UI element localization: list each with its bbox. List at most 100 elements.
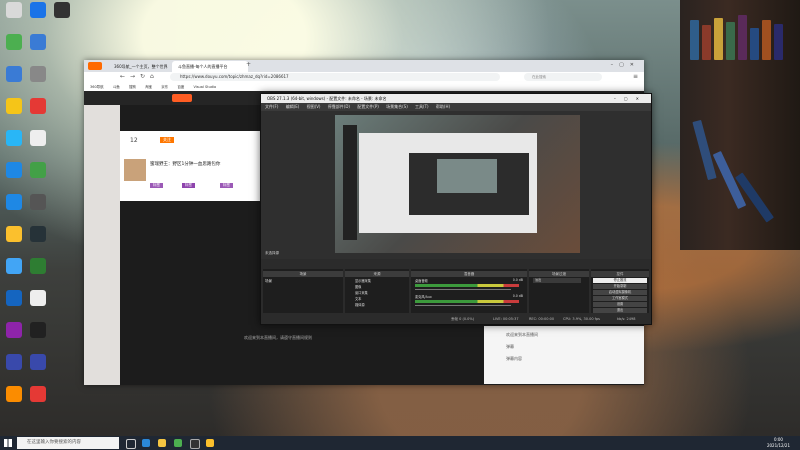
obs-menu-item[interactable]: 文件(F): [265, 104, 278, 109]
transition-select[interactable]: 淡出: [533, 278, 581, 283]
desktop-icon[interactable]: [2, 98, 26, 128]
volume-slider[interactable]: [415, 305, 511, 306]
back-icon[interactable]: ←: [120, 73, 125, 80]
obs-window-controls[interactable]: –▢✕: [614, 94, 647, 103]
window-controls[interactable]: –▢✕: [611, 62, 640, 68]
edge-icon[interactable]: [142, 439, 150, 447]
source-item[interactable]: 窗口采集: [355, 290, 368, 295]
start-recording-button[interactable]: 开始录制: [593, 284, 647, 289]
desktop-icon[interactable]: [2, 2, 26, 32]
explorer-icon[interactable]: [158, 439, 166, 447]
desktop-icon[interactable]: [26, 162, 50, 192]
obs-preview[interactable]: [261, 111, 651, 259]
desktop-icon[interactable]: [2, 226, 26, 256]
scene-item[interactable]: 场景: [265, 278, 341, 284]
settings-button[interactable]: 设置: [593, 302, 647, 307]
source-item[interactable]: 图像: [355, 284, 361, 289]
mixer-channel-name: 桌面音频: [415, 279, 428, 283]
room-tag[interactable]: 标签: [150, 183, 163, 188]
desktop-icon-label: [2, 19, 26, 27]
bookmark-item[interactable]: 360导航: [90, 85, 104, 89]
desktop-icon[interactable]: [2, 34, 26, 64]
room-tag[interactable]: 标签: [220, 183, 233, 188]
desktop-icon[interactable]: [2, 290, 26, 320]
tab-douyu[interactable]: 斗鱼直播-每个人的直播平台: [172, 61, 248, 72]
desktop-icon[interactable]: [26, 66, 50, 96]
status-rec: REC: 00:00:00: [529, 317, 555, 321]
app-icon: [30, 2, 46, 18]
studio-mode-button[interactable]: 工作室模式: [593, 296, 647, 301]
desktop-icon-label: [2, 339, 26, 347]
bookmark-item[interactable]: 淘宝: [145, 85, 152, 89]
menu-icon[interactable]: ≡: [633, 73, 638, 80]
source-item[interactable]: 媒体源: [355, 302, 365, 307]
desktop-icon[interactable]: [26, 2, 50, 32]
reload-icon[interactable]: ↻: [140, 73, 145, 80]
obs-menu-item[interactable]: 停靠部件(D): [328, 104, 350, 109]
new-tab-button[interactable]: +: [246, 61, 251, 68]
obs-menu-item[interactable]: 视图(V): [307, 104, 321, 109]
bookmark-item[interactable]: 京东: [161, 85, 168, 89]
desktop-icon[interactable]: [26, 386, 50, 416]
desktop-icon[interactable]: [26, 290, 50, 320]
desktop-icon[interactable]: [2, 194, 26, 224]
douyu-logo-icon[interactable]: [172, 94, 192, 102]
bookmark-item[interactable]: 搜狗: [129, 85, 136, 89]
scenes-dock: 场景 场景: [263, 269, 343, 313]
address-bar: ← → ↻ ⌂ https://www.douyu.com/topic/zhma…: [84, 72, 644, 83]
desktop-icon[interactable]: [26, 354, 50, 384]
desktop-icon[interactable]: [2, 354, 26, 384]
browser-360-icon[interactable]: [174, 439, 182, 447]
obs-menu-item[interactable]: 场景集合(S): [386, 104, 408, 109]
viewer-count: 12: [130, 137, 138, 144]
desktop-icon[interactable]: [2, 258, 26, 288]
desktop-icon[interactable]: [2, 386, 26, 416]
follow-button[interactable]: 关注: [160, 137, 174, 143]
desktop-icon[interactable]: [26, 194, 50, 224]
virtual-camera-button[interactable]: 启动虚拟摄像机: [593, 290, 647, 295]
home-icon[interactable]: ⌂: [150, 73, 154, 80]
desktop-icon[interactable]: [26, 322, 50, 352]
obs-menu-item[interactable]: 编辑(E): [286, 104, 300, 109]
book: [774, 24, 783, 60]
book: [726, 22, 735, 60]
browser-search-input[interactable]: 在此搜索: [524, 73, 602, 81]
app-icon[interactable]: [206, 439, 214, 447]
forward-icon[interactable]: →: [130, 73, 135, 80]
desktop-icon[interactable]: [2, 130, 26, 160]
obs-menu-item[interactable]: 工具(T): [415, 104, 429, 109]
desktop-icon[interactable]: [50, 2, 74, 32]
desktop-icons: [0, 0, 70, 436]
desktop-icon[interactable]: [2, 162, 26, 192]
bookmark-item[interactable]: 斗鱼: [113, 85, 120, 89]
app-icon: [6, 2, 22, 18]
desktop-icon[interactable]: [26, 98, 50, 128]
stop-streaming-button[interactable]: 停止推流: [593, 278, 647, 283]
desktop-icon[interactable]: [26, 226, 50, 256]
book: [714, 18, 723, 60]
browser-logo-icon[interactable]: [88, 62, 102, 70]
task-view-icon[interactable]: [126, 439, 136, 449]
streamer-avatar[interactable]: [124, 159, 146, 181]
exit-button[interactable]: 退出: [593, 308, 647, 313]
desktop-icon[interactable]: [26, 130, 50, 160]
obs-icon[interactable]: [190, 439, 200, 449]
room-tag[interactable]: 标签: [182, 183, 195, 188]
desktop-icon[interactable]: [26, 258, 50, 288]
obs-menu-item[interactable]: 帮助(H): [436, 104, 450, 109]
obs-menu-item[interactable]: 配置文件(P): [357, 104, 379, 109]
bookmark-item[interactable]: Visual Studio: [193, 85, 216, 89]
system-clock[interactable]: 0:00 2021/12/21: [767, 437, 790, 449]
desktop-icon[interactable]: [26, 34, 50, 64]
source-item[interactable]: 文本: [355, 296, 361, 301]
start-icon[interactable]: [4, 439, 12, 447]
taskbar-search-input[interactable]: 在这里输入你要搜索的内容: [17, 437, 119, 449]
volume-slider[interactable]: [415, 289, 511, 290]
url-field[interactable]: https://www.douyu.com/topic/zhmaz_dq?rid…: [170, 73, 500, 81]
desktop-icon[interactable]: [2, 322, 26, 352]
bookmark-item[interactable]: 百度: [177, 85, 184, 89]
source-item[interactable]: 显示器采集: [355, 278, 371, 283]
desktop-icon[interactable]: [2, 66, 26, 96]
tab-360nav[interactable]: 360导航_一个主页，整个世界: [108, 61, 176, 72]
desktop-icon-label: [26, 19, 50, 27]
